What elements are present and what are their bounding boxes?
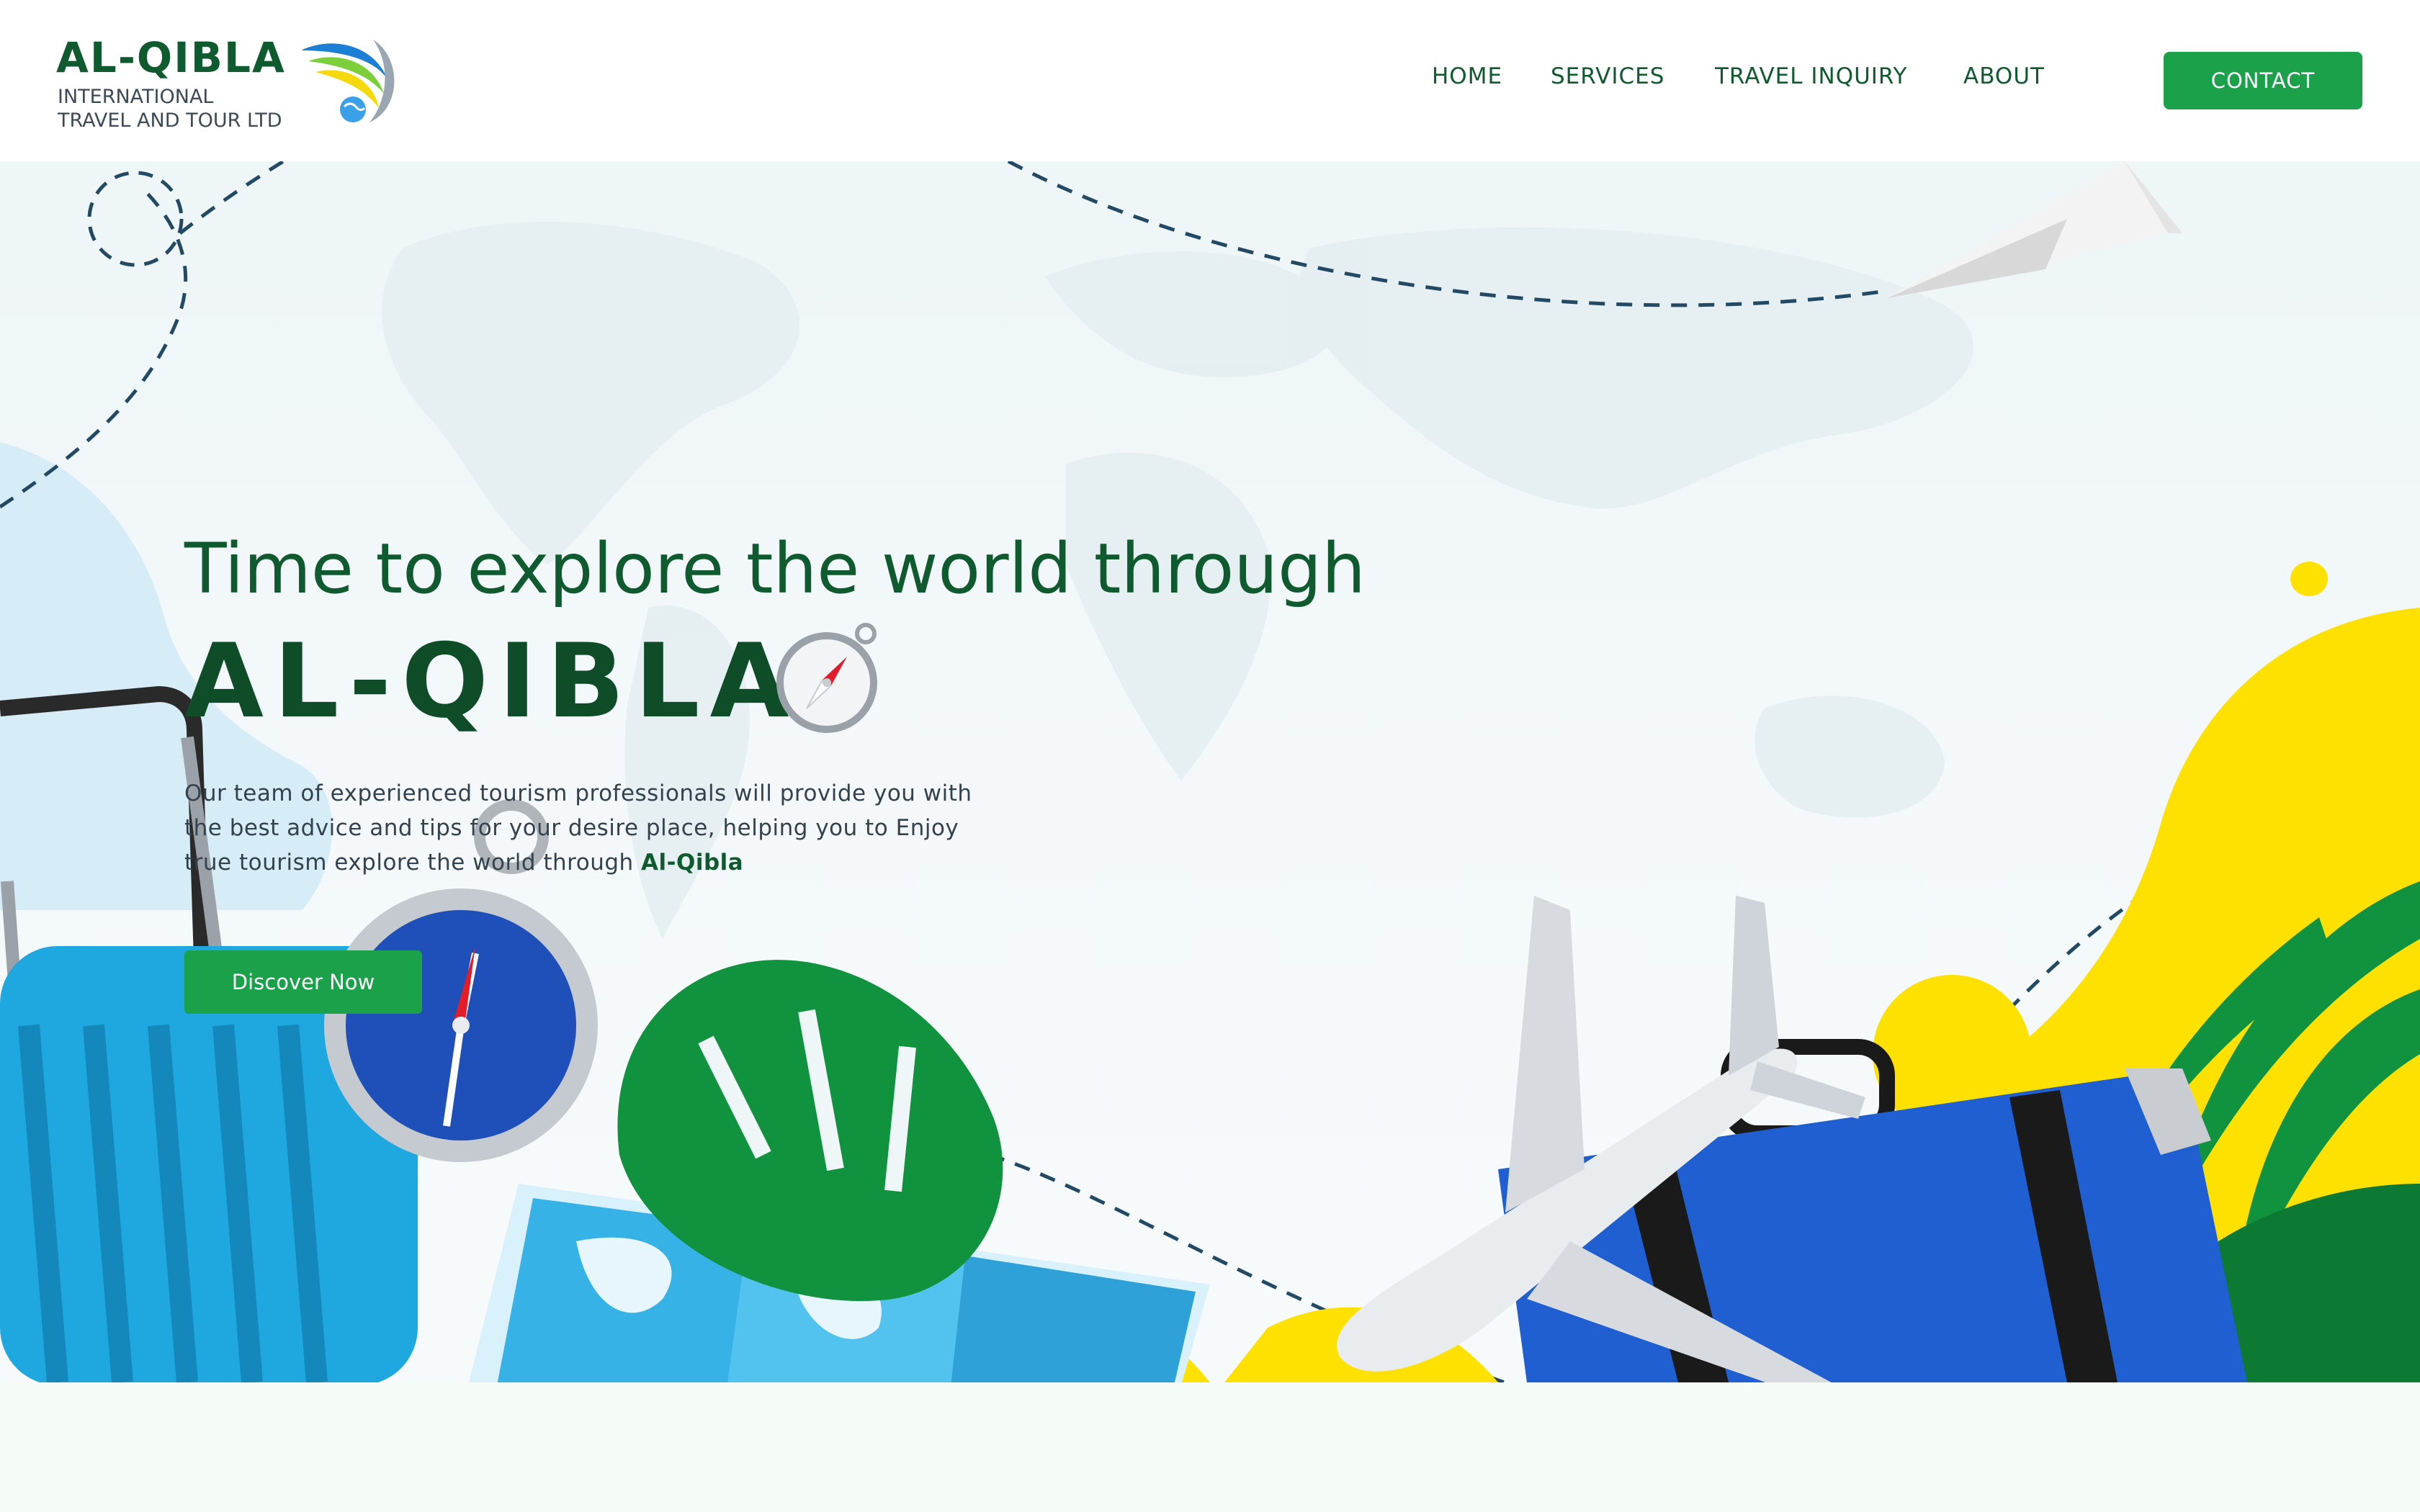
compass-icon [776, 623, 877, 733]
site-header: AL-QIBLA INTERNATIONAL TRAVEL AND TOUR L… [0, 0, 2420, 161]
hero-description-highlight[interactable]: Al-Qibla [641, 850, 743, 876]
paper-plane-icon [1887, 161, 2182, 298]
discover-now-button[interactable]: Discover Now [184, 950, 422, 1014]
hero-brand-name: AL-QIBLA [184, 622, 799, 741]
hero-description: Our team of experienced tourism professi… [184, 776, 1020, 880]
nav-travel-inquiry[interactable]: TRAVEL INQUIRY [1715, 63, 1907, 89]
hero-description-line3: true tourism explore the world through A… [184, 845, 1020, 880]
hero-description-line3-text: true tourism explore the world through [184, 850, 642, 876]
hero-section: Time to explore the world through AL-QIB… [0, 161, 2420, 1382]
hero-illustration [0, 161, 2420, 1382]
hero-description-line1: Our team of experienced tourism professi… [184, 780, 972, 806]
nav-about[interactable]: ABOUT [1963, 63, 2045, 89]
main-nav: HOME SERVICES TRAVEL INQUIRY ABOUT [0, 63, 2420, 99]
contact-button[interactable]: CONTACT [2164, 52, 2362, 109]
nav-services[interactable]: SERVICES [1551, 63, 1664, 89]
nav-home[interactable]: HOME [1432, 63, 1502, 89]
next-section [0, 1382, 2420, 1512]
hero-headline: Time to explore the world through [184, 528, 1366, 609]
hero-description-line2: the best advice and tips for your desire… [184, 815, 959, 841]
